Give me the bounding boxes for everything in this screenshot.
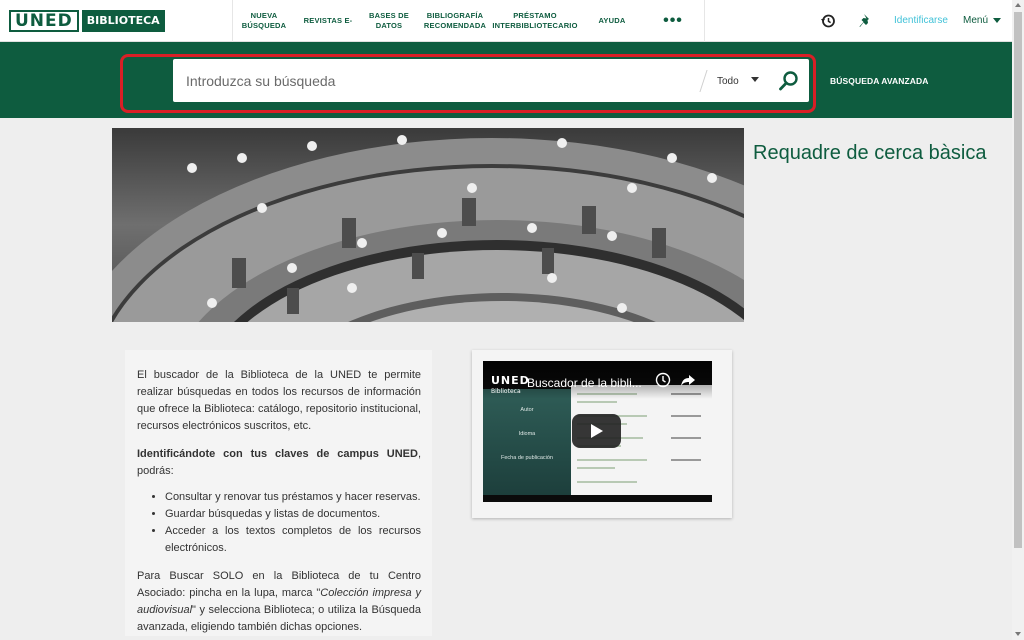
nav-revistas-e[interactable]: REVISTAS E- [297,0,359,42]
search-box: Todo [173,59,809,102]
nav-label-line1: BIBLIOGRAFÍA [426,11,484,20]
scroll-thumb[interactable] [1014,12,1022,548]
page-scrollbar[interactable] [1012,0,1024,640]
nav-label-line1: NUEVA [250,11,278,20]
list-item: Consultar y renovar tus préstamos y hace… [165,489,421,506]
nav-label-line1: PRÉSTAMO [513,11,557,20]
signin-link[interactable]: Identificarse [894,0,948,42]
video-side-item: Idioma [518,431,536,437]
menu-label: Menú [963,15,989,26]
nav-prestamo-interbibliotecario[interactable]: PRÉSTAMO INTERBIBLIOTECARIO [492,0,578,42]
history-icon[interactable] [818,11,838,31]
nav-label-line2: DATOS [375,21,403,30]
search-icon [779,71,798,91]
search-input[interactable] [173,59,693,102]
video-logo-sub: Biblioteca [491,388,521,395]
info-signin-text: Identificándote con tus claves de campus… [137,446,421,480]
main-nav: NUEVA BÚSQUEDA REVISTAS E- BASES DE DATOS … [232,0,705,42]
info-signin-bold: Identificándote con tus claves de campus… [137,448,418,460]
nav-label-line1: BASES DE [369,11,409,20]
library-hero-image [112,128,744,322]
more-dots-icon: ••• [663,12,683,29]
menu-button[interactable]: Menú [963,0,1002,42]
pin-icon[interactable] [856,11,876,31]
nav-label-line2: BÚSQUEDA [241,21,287,30]
top-navigation-bar: UNED BIBLIOTECA NUEVA BÚSQUEDA REVISTAS E… [0,0,1012,42]
chevron-down-icon [993,17,1002,23]
nav-label-line1: REVISTAS E- [303,16,353,25]
chevron-down-icon [750,76,759,82]
search-button[interactable] [777,69,801,93]
nav-ayuda[interactable]: AYUDA [589,0,635,42]
share-icon[interactable] [680,372,696,388]
video-side-item: Autor [520,407,534,413]
uned-biblioteca-logo[interactable]: UNED BIBLIOTECA [9,10,165,32]
video-title[interactable]: Buscador de la bibli... [527,376,642,390]
info-intro-text: El buscador de la Biblioteca de la UNED … [137,369,421,432]
nav-label-line1: AYUDA [598,16,626,25]
nav-label-line2: RECOMENDADA [423,21,487,30]
logo-uned-text: UNED [9,10,79,32]
play-button[interactable] [572,414,621,448]
video-sidebar-frame: Autor Idioma Fecha de publicación [483,389,571,495]
nav-nueva-busqueda[interactable]: NUEVA BÚSQUEDA [233,0,295,42]
side-title: Requadre de cerca bàsica [753,142,987,164]
info-card: El buscador de la Biblioteca de la UNED … [125,350,432,636]
advanced-search-link[interactable]: BÚSQUEDA AVANZADA [830,76,929,86]
scroll-up-arrow-icon[interactable] [1015,3,1021,7]
search-scope-label: Todo [717,76,739,87]
nav-label-line2: INTERBIBLIOTECARIO [492,21,578,30]
logo-biblioteca-text: BIBLIOTECA [81,10,165,32]
video-player[interactable]: Autor Idioma Fecha de publicación UNED B… [483,361,712,502]
nav-more-button[interactable]: ••• [653,0,693,42]
info-centro-text: Para Buscar SOLO en la Biblioteca de tu … [137,568,421,636]
nav-bases-de-datos[interactable]: BASES DE DATOS [363,0,415,42]
search-band: Todo BÚSQUEDA AVANZADA [0,42,1012,118]
video-side-item: Fecha de publicación [501,455,553,461]
list-item: Guardar búsquedas y listas de documentos… [165,506,421,523]
watch-later-icon[interactable] [655,372,671,388]
search-divider [699,70,708,92]
search-scope-dropdown[interactable]: Todo [717,59,759,102]
video-card: Autor Idioma Fecha de publicación UNED B… [472,350,732,518]
nav-bibliografia-recomendada[interactable]: BIBLIOGRAFÍA RECOMENDADA [424,0,486,42]
info-benefits-list: Consultar y renovar tus préstamos y hace… [165,489,421,557]
scroll-down-arrow-icon[interactable] [1015,632,1021,636]
video-channel-logo: UNED Biblioteca [491,375,530,397]
list-item: Acceder a los textos completos de los re… [165,523,421,557]
